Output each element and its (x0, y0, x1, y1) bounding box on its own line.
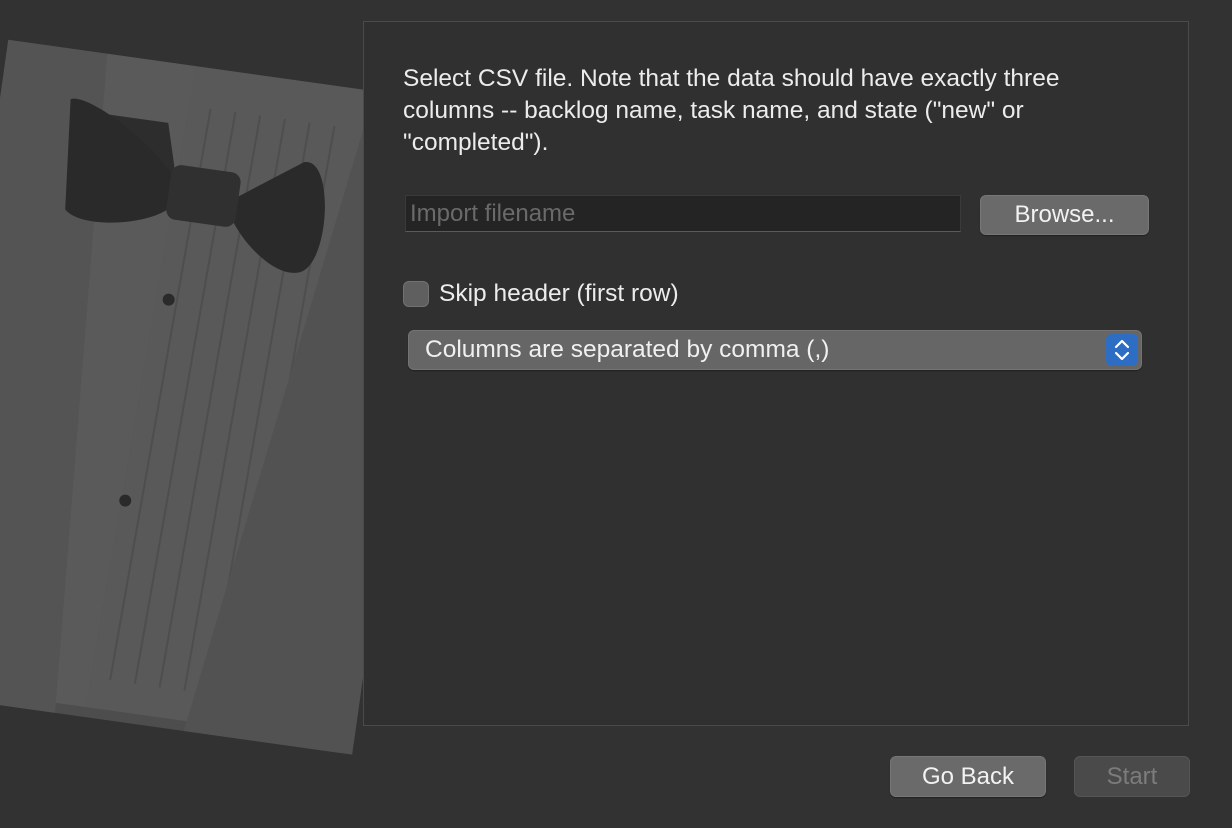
import-filename-input[interactable] (405, 195, 961, 232)
chevron-up-down-icon (1106, 334, 1138, 366)
import-panel: Select CSV file. Note that the data shou… (363, 21, 1189, 726)
separator-select[interactable]: Columns are separated by comma (,) (408, 330, 1142, 370)
separator-select-value: Columns are separated by comma (,) (425, 336, 830, 363)
browse-button[interactable]: Browse... (980, 195, 1149, 235)
skip-header-checkbox[interactable] (403, 281, 429, 307)
skip-header-label: Skip header (first row) (439, 280, 679, 307)
instructions-text: Select CSV file. Note that the data shou… (403, 65, 1060, 156)
start-button[interactable]: Start (1074, 756, 1190, 797)
go-back-button[interactable]: Go Back (890, 756, 1046, 797)
skip-header-option[interactable]: Skip header (first row) (403, 279, 679, 309)
